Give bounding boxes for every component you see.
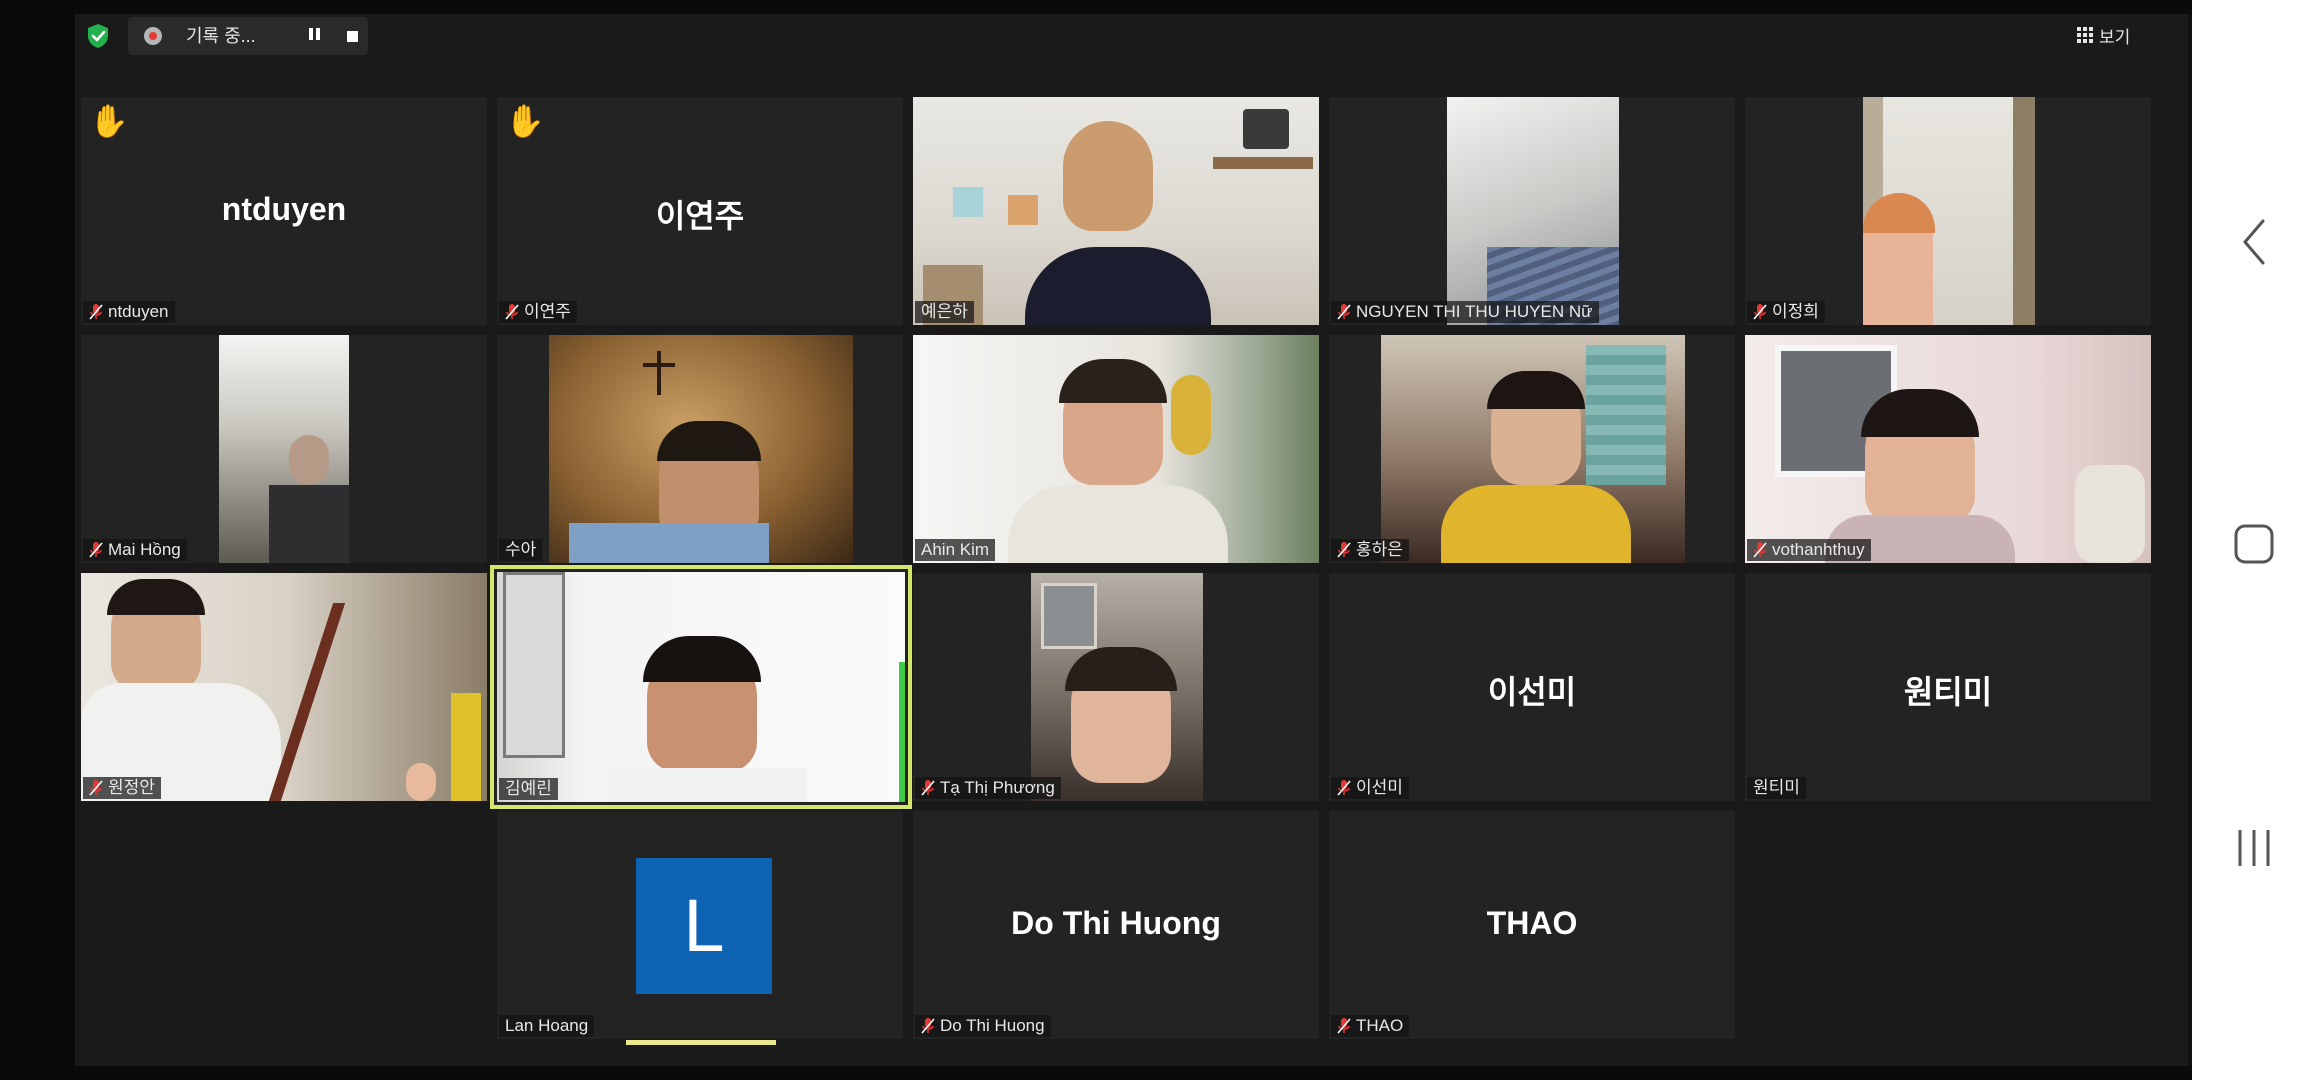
participant-name-label: vothanhthuy: [1747, 539, 1871, 561]
participant-name-label: THAO: [1331, 1015, 1410, 1037]
pause-icon: [307, 27, 321, 45]
participant-tile[interactable]: 원티미 원티미: [1745, 573, 2151, 801]
participant-name-label: 이정희: [1747, 301, 1825, 323]
participant-name-label: Tạ Thị Phương: [915, 777, 1061, 799]
audio-level-bar: [626, 1040, 776, 1045]
recording-status-text: 기록 중...: [186, 26, 256, 46]
muted-mic-icon: [89, 541, 103, 559]
grid-icon: [2077, 27, 2093, 43]
participant-name-label: Ahin Kim: [915, 539, 996, 561]
participant-name-label: 이연주: [499, 301, 577, 323]
participant-name-label: Mai Hồng: [83, 539, 187, 561]
bottom-toolbar-edge: [75, 1052, 2188, 1066]
muted-mic-icon: [1337, 779, 1351, 797]
participant-name-label: 홍하은: [1331, 539, 1409, 561]
participant-name-label: 원티미: [1747, 777, 1806, 799]
participant-video-tile[interactable]: Tạ Thị Phương: [913, 573, 1319, 801]
participant-video-tile[interactable]: 수아: [497, 335, 903, 563]
recents-button[interactable]: [2222, 816, 2286, 880]
participant-tile[interactable]: ✋ ntduyen ntduyen: [81, 97, 487, 325]
participant-video: [549, 335, 853, 563]
home-icon: [2234, 524, 2274, 564]
view-button[interactable]: 보기: [2077, 20, 2130, 50]
shield-check-icon[interactable]: [85, 22, 111, 50]
participant-tile[interactable]: 이선미 이선미: [1329, 573, 1735, 801]
participant-tile[interactable]: L Lan Hoang: [497, 811, 903, 1039]
participant-video-tile[interactable]: 예은하: [913, 97, 1319, 325]
participant-video-tile[interactable]: 원정안: [81, 573, 487, 801]
muted-mic-icon: [505, 303, 519, 321]
participant-video-tile[interactable]: vothanhthuy: [1745, 335, 2151, 563]
participant-video: [219, 335, 349, 563]
muted-mic-icon: [1337, 541, 1351, 559]
raised-hand-icon: ✋: [505, 103, 545, 139]
participant-name-label: 김예린: [499, 778, 558, 800]
participant-display-name: Do Thi Huong: [1011, 905, 1221, 941]
participant-tile[interactable]: THAO THAO: [1329, 811, 1735, 1039]
participant-name-label: 수아: [499, 539, 543, 561]
participant-name-label: 원정안: [83, 777, 161, 799]
participant-video-tile-active-speaker[interactable]: 김예린: [490, 565, 912, 809]
muted-mic-icon: [1753, 303, 1767, 321]
avatar: L: [636, 858, 772, 994]
participant-name-label: Do Thi Huong: [915, 1015, 1051, 1037]
participant-video: [1447, 97, 1619, 325]
participant-display-name: 이연주: [655, 198, 745, 234]
participant-display-name: THAO: [1486, 905, 1578, 941]
participant-video-tile[interactable]: 홍하은: [1329, 335, 1735, 563]
participant-video-tile[interactable]: 이정희: [1745, 97, 2151, 325]
participant-display-name: 원티미: [1903, 674, 1993, 710]
participant-video-tile[interactable]: Mai Hồng: [81, 335, 487, 563]
back-icon: [2243, 219, 2265, 265]
participant-video: [81, 573, 487, 801]
participant-name-label: NGUYEN THI THU HUYEN Nữ: [1331, 301, 1599, 323]
participant-video: [1745, 335, 2151, 563]
participant-video: [1031, 573, 1203, 801]
stop-icon: [346, 30, 358, 42]
participant-video-tile[interactable]: NGUYEN THI THU HUYEN Nữ: [1329, 97, 1735, 325]
view-label: 보기: [2099, 27, 2131, 47]
participant-tile[interactable]: ✋ 이연주 이연주: [497, 97, 903, 325]
participant-name-label: 이선미: [1331, 777, 1409, 799]
participant-display-name: ntduyen: [221, 191, 347, 227]
muted-mic-icon: [89, 303, 103, 321]
android-navigation-bar: [2192, 0, 2316, 1080]
raised-hand-icon: ✋: [89, 103, 129, 139]
participant-video: [913, 97, 1319, 325]
participant-video: [1863, 97, 2035, 325]
participant-name-label: ntduyen: [83, 301, 175, 323]
muted-mic-icon: [921, 1017, 935, 1035]
stop-recording-button[interactable]: [338, 24, 366, 48]
recording-indicator: 기록 중...: [128, 17, 368, 55]
participant-video: [1381, 335, 1685, 563]
muted-mic-icon: [89, 779, 103, 797]
participant-display-name: 이선미: [1487, 674, 1577, 710]
participant-name-label: Lan Hoang: [499, 1015, 595, 1037]
participant-video: [497, 572, 905, 802]
participant-name-label: 예은하: [915, 301, 974, 323]
back-button[interactable]: [2222, 210, 2286, 274]
home-button[interactable]: [2222, 512, 2286, 576]
pause-recording-button[interactable]: [300, 24, 328, 48]
muted-mic-icon: [1337, 303, 1351, 321]
recents-icon: [2238, 830, 2270, 866]
participant-tile[interactable]: Do Thi Huong Do Thi Huong: [913, 811, 1319, 1039]
muted-mic-icon: [1337, 1017, 1351, 1035]
muted-mic-icon: [921, 779, 935, 797]
muted-mic-icon: [1753, 541, 1767, 559]
participant-video-tile[interactable]: Ahin Kim: [913, 335, 1319, 563]
participant-video: [913, 335, 1319, 563]
record-dot-icon: [144, 27, 162, 45]
